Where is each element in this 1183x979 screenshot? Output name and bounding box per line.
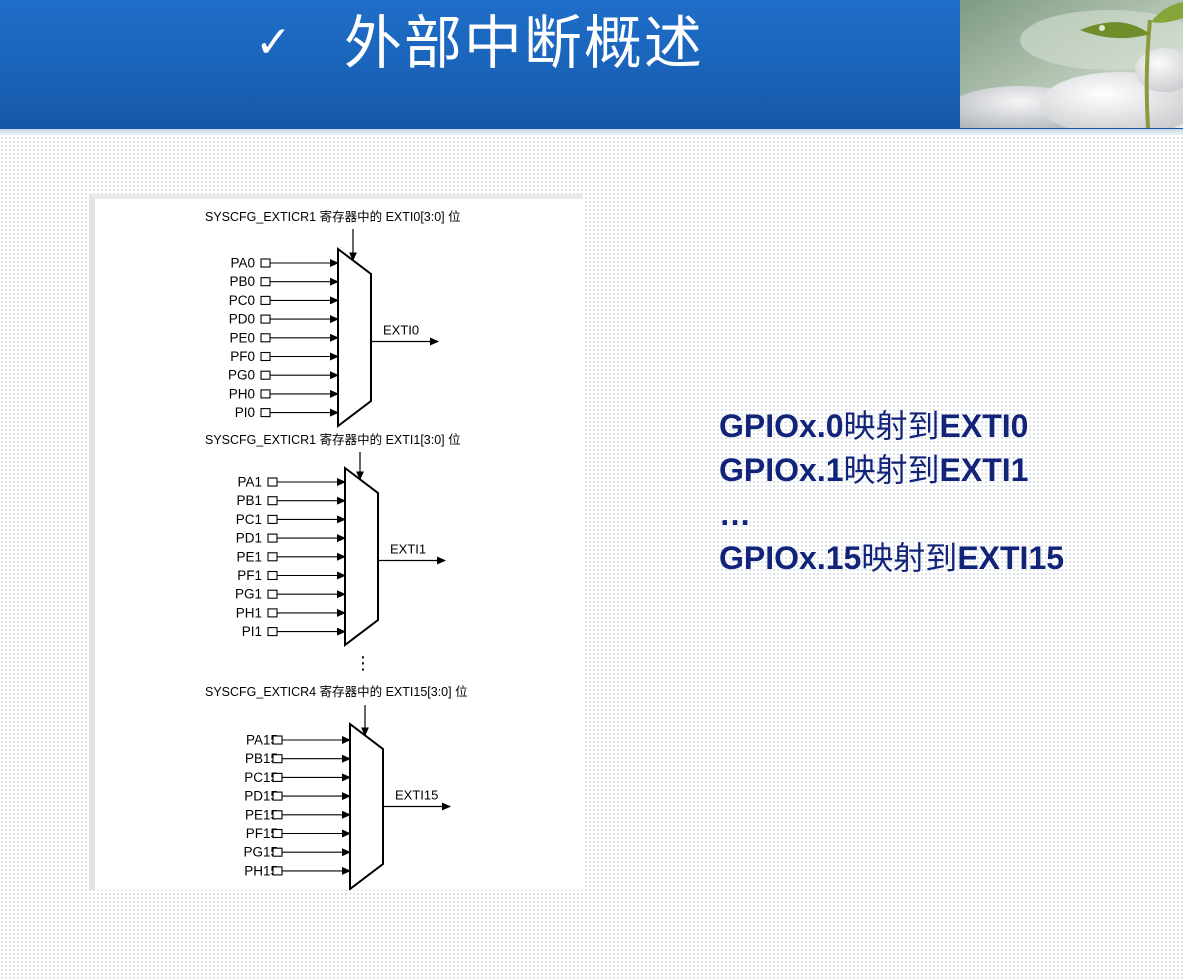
mapping-target: EXTI15 [957,540,1065,576]
input-pin-box [272,847,283,857]
input-pin-label: PE0 [229,330,255,345]
exti-mux-diagram: SYSCFG_EXTICR1 寄存器中的 EXTI0[3:0] 位 PA0 PB0 P… [89,194,583,890]
input-pin-box [267,533,278,543]
mapping-list: GPIOx.0映射到EXTI0 GPIOx.1映射到EXTI1… GPIOx.15映… [719,404,1159,580]
input-pin-box [272,866,283,876]
input-pin-box [260,277,271,287]
multiplexer-shape [344,465,379,648]
input-pin-box [272,791,283,801]
mapping-target: EXTI0 [939,408,1029,444]
mapping-line: GPIOx.15映射到EXTI15 [719,536,1159,580]
header-bar: ✓ 外部中断概述 [0,0,1183,129]
mapping-ellipsis: … [719,496,751,532]
input-pin-label: PA1 [237,475,262,490]
input-pin-label: PF1 [237,568,262,583]
mapping-verb: 映射到 [843,408,940,444]
mux-caption: SYSCFG_EXTICR1 寄存器中的 EXTI1[3:0] 位 [205,432,461,447]
input-pin-box [260,351,271,362]
multiplexer-shape [349,721,384,890]
input-pin-box [267,552,278,562]
input-pin-label: PG1 [235,587,262,602]
input-pin-box [272,735,283,745]
input-pin-box [267,496,278,506]
input-pin-box [272,828,283,839]
input-pin-box [267,627,278,637]
input-pin-label: PH1 [236,605,262,620]
input-pin-box [260,333,271,343]
input-pin-box [267,514,278,524]
input-pin-box [272,810,283,820]
input-pin-label: PE1 [236,549,262,564]
mapping-verb: 映射到 [843,452,940,488]
input-pin-box [272,754,283,764]
mapping-line: GPIOx.1映射到EXTI1 [719,448,1159,492]
multiplexer-shape [337,246,372,429]
input-pin-box [267,608,278,618]
header-divider [0,129,1183,135]
input-pin-box [267,589,278,599]
output-label: EXTI0 [383,323,419,338]
input-pin-label: PB1 [236,493,262,508]
checkmark-icon: ✓ [255,17,292,68]
mapping-source: GPIOx.1 [719,452,844,488]
mux-caption: SYSCFG_EXTICR1 寄存器中的 EXTI0[3:0] 位 [205,209,461,224]
input-pin-label: PC1 [236,512,262,527]
input-pin-label: PD0 [229,312,255,327]
input-pin-label: PH0 [229,386,255,401]
input-pin-box [272,772,283,782]
input-pin-box [267,570,278,581]
input-pin-label: PB0 [229,274,255,289]
mux-caption: SYSCFG_EXTICR4 寄存器中的 EXTI15[3:0] 位 [205,684,468,699]
continuation-dots: ⋮ [354,653,372,673]
input-pin-box [267,477,278,487]
plant-photo-graphic [960,0,1183,128]
output-label: EXTI15 [395,788,438,803]
input-pin-label: PC0 [229,293,255,308]
mapping-target: EXTI1 [939,452,1029,488]
mux-diagram-svg: SYSCFG_EXTICR1 寄存器中的 EXTI0[3:0] 位 PA0 PB0 P… [205,209,468,890]
page-title: 外部中断概述 [343,9,704,77]
input-pin-label: PF0 [230,349,255,364]
input-pin-label: PD1 [236,531,262,546]
input-pin-box [260,408,271,418]
title-group: ✓ 外部中断概述 [255,6,704,80]
mapping-source: GPIOx.15 [719,540,862,576]
input-pin-box [260,295,271,305]
input-pin-box [260,389,271,399]
output-label: EXTI1 [390,542,426,557]
input-pin-label: PG0 [228,368,255,383]
plant-photo [960,0,1183,128]
mapping-line: GPIOx.0映射到EXTI0 [719,404,1159,448]
input-pin-box [260,370,271,380]
mapping-verb: 映射到 [861,540,958,576]
input-pin-box [260,314,271,324]
mapping-source: GPIOx.0 [719,408,844,444]
input-pin-label: PA0 [230,256,255,271]
input-pin-label: PI1 [242,624,262,639]
input-pin-box [260,258,271,268]
input-pin-label: PI0 [235,405,255,420]
